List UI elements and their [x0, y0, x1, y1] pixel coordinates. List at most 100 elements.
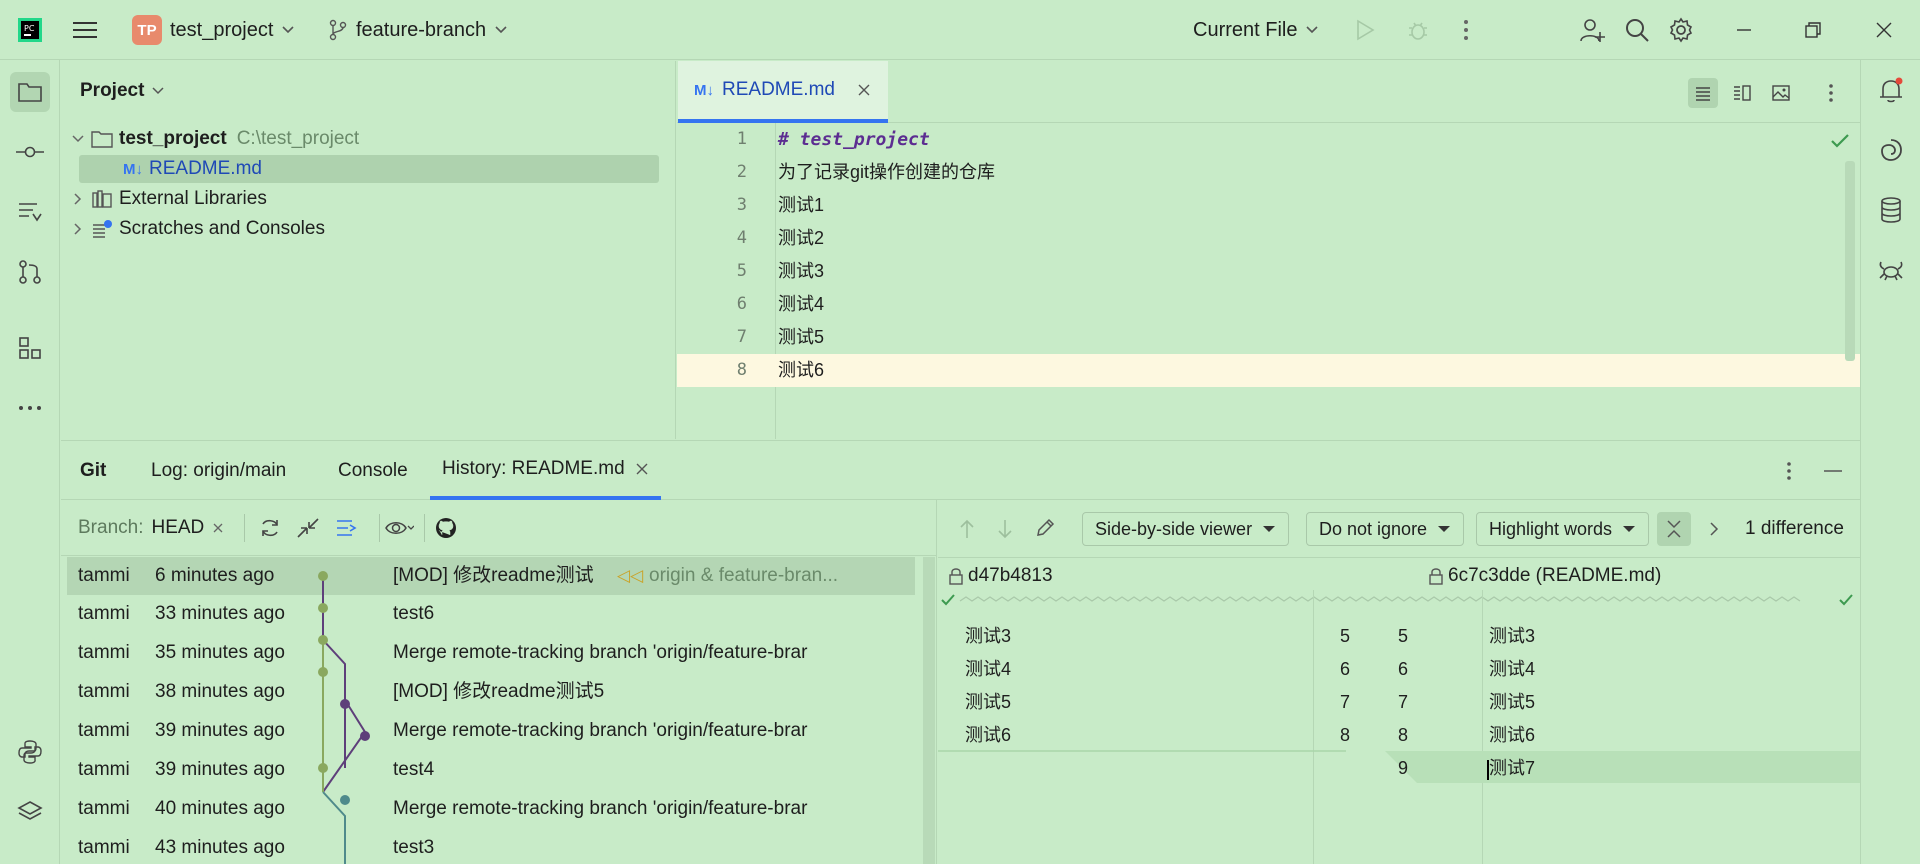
commit-message: Merge remote-tracking branch 'origin/fea… — [393, 642, 808, 663]
tab-history[interactable]: History: README.md — [430, 441, 661, 500]
branch-filter[interactable]: Branch: HEAD — [78, 500, 224, 556]
diff-right-line-inserted[interactable]: 9 测试7 — [1398, 752, 1860, 785]
git-tool-button[interactable] — [10, 252, 50, 292]
viewer-mode-dropdown[interactable]: Side-by-side viewer — [1082, 512, 1290, 546]
commit-row[interactable]: tammi 39 minutes ago Merge remote-tracki… — [67, 712, 915, 750]
branch-selector[interactable]: feature-branch — [328, 0, 508, 60]
expand-branches-button[interactable] — [334, 516, 360, 540]
ignore-label: Do not ignore — [1319, 518, 1428, 539]
add-user-button[interactable] — [1578, 0, 1606, 60]
code-line[interactable]: 4 测试2 — [677, 222, 1860, 255]
commit-row[interactable]: tammi 40 minutes ago Merge remote-tracki… — [67, 790, 915, 828]
collapse-linear-branches-button[interactable] — [295, 516, 321, 540]
panel-hide-button[interactable] — [1823, 441, 1843, 500]
run-button[interactable] — [1354, 0, 1376, 60]
ignore-whitespace-dropdown[interactable]: Do not ignore — [1306, 512, 1465, 546]
diff-left-line[interactable]: 测试4 6 — [938, 653, 1350, 686]
commit-row[interactable]: tammi 33 minutes ago test6 — [67, 595, 915, 633]
tab-git[interactable]: Git — [80, 441, 106, 500]
notifications-button[interactable] — [1871, 70, 1911, 110]
close-icon[interactable] — [857, 83, 871, 97]
preview-only-button[interactable] — [1766, 78, 1796, 108]
diff-line-number: 7 — [1398, 692, 1409, 712]
sciview-button[interactable] — [1871, 250, 1911, 290]
project-selector[interactable]: TP test_project — [132, 0, 295, 60]
code-line-current[interactable]: 8 测试6 — [677, 354, 1860, 387]
database-button[interactable] — [1871, 190, 1911, 230]
tree-item-readme[interactable]: M↓ README.md — [123, 155, 262, 183]
code-line[interactable]: 6 测试4 — [677, 288, 1860, 321]
search-icon — [1626, 19, 1649, 42]
diff-line-text: 测试4 — [1489, 659, 1536, 679]
line-number: 2 — [736, 162, 747, 182]
diff-right-line[interactable]: 7 测试5 — [1398, 686, 1860, 719]
diff-right-line[interactable]: 5 测试3 — [1398, 620, 1860, 653]
diff-left-line[interactable]: 测试6 8 — [938, 719, 1350, 752]
more-tools-button[interactable] — [10, 388, 50, 428]
diff-left-line[interactable]: 测试5 7 — [938, 686, 1350, 719]
tree-item-scratches[interactable]: Scratches and Consoles — [71, 215, 325, 243]
structure-tool-button[interactable] — [10, 192, 50, 232]
editor-more-button[interactable] — [1821, 80, 1841, 106]
close-icon[interactable] — [212, 522, 224, 534]
more-actions-button[interactable] — [1462, 0, 1470, 60]
run-config-label: Current File — [1193, 18, 1298, 41]
refresh-button[interactable] — [257, 516, 283, 540]
project-tool-button[interactable] — [10, 72, 50, 112]
more-vertical-icon — [1464, 20, 1468, 40]
close-window-button[interactable] — [1874, 0, 1894, 60]
debug-button[interactable] — [1406, 0, 1430, 60]
editor-scrollbar[interactable] — [1845, 161, 1855, 361]
diff-line-number: 6 — [1340, 659, 1351, 679]
editor-tab-readme[interactable]: M↓ README.md — [678, 61, 888, 123]
run-config-selector[interactable]: Current File — [1193, 0, 1319, 60]
minimize-button[interactable] — [1734, 0, 1754, 60]
search-button[interactable] — [1624, 0, 1650, 60]
commit-row[interactable]: tammi 38 minutes ago [MOD] 修改readme测试5 — [67, 673, 915, 711]
code-line[interactable]: 3 测试1 — [677, 189, 1860, 222]
view-options-button[interactable] — [384, 516, 414, 540]
code-line[interactable]: 2 为了记录git操作创建的仓库 — [677, 156, 1860, 189]
restore-button[interactable] — [1803, 0, 1823, 60]
collapse-unchanged-button[interactable] — [1657, 512, 1691, 546]
project-panel-header[interactable]: Project — [80, 61, 164, 121]
highlight-mode-dropdown[interactable]: Highlight words — [1476, 512, 1650, 546]
chevron-down-icon — [72, 135, 84, 143]
more-vertical-icon — [1787, 461, 1791, 480]
prev-difference-button[interactable] — [958, 518, 976, 540]
plugins-tool-button[interactable] — [10, 328, 50, 368]
commit-row[interactable]: tammi 35 minutes ago Merge remote-tracki… — [67, 634, 915, 672]
code-line[interactable]: 5 测试3 — [677, 255, 1860, 288]
next-difference-button[interactable] — [996, 518, 1014, 540]
code-line[interactable]: 7 测试5 — [677, 321, 1860, 354]
history-log-panel: Branch: HEAD tammi 6 minutes ago [MOD] 修… — [61, 500, 937, 864]
tab-log[interactable]: Log: origin/main — [151, 441, 286, 500]
commit-row[interactable]: tammi 43 minutes ago test3 — [67, 829, 915, 864]
edit-source-button[interactable] — [1034, 517, 1056, 539]
editor-only-button[interactable] — [1688, 78, 1718, 108]
commit-row[interactable]: tammi 6 minutes ago [MOD] 修改readme测试 ◁◁ … — [67, 557, 915, 595]
commit-row[interactable]: tammi 39 minutes ago test4 — [67, 751, 915, 789]
panel-options-button[interactable] — [1786, 441, 1792, 500]
python-console-button[interactable] — [10, 732, 50, 772]
code-line[interactable]: 1 # test_project — [677, 123, 1860, 156]
collapsed-region-divider — [941, 594, 1853, 606]
settings-button[interactable] — [1668, 0, 1694, 60]
tree-item-external-libraries[interactable]: External Libraries — [71, 185, 267, 213]
tree-item-test-project[interactable]: test_project C:\test_project — [71, 125, 359, 153]
commit-tool-button[interactable] — [10, 132, 50, 172]
ai-assistant-button[interactable] — [1871, 130, 1911, 170]
close-icon[interactable] — [635, 462, 649, 476]
python-packages-button[interactable] — [10, 792, 50, 832]
diff-left-line[interactable]: 测试3 5 — [938, 620, 1350, 653]
diff-right-line[interactable]: 6 测试4 — [1398, 653, 1860, 686]
main-menu-button[interactable] — [72, 0, 98, 60]
expand-toolbar-button[interactable] — [1708, 519, 1720, 539]
diff-right-line[interactable]: 8 测试6 — [1398, 719, 1860, 752]
inspection-ok-icon[interactable] — [1830, 133, 1850, 149]
split-preview-button[interactable] — [1727, 78, 1757, 108]
project-panel-title: Project — [80, 80, 145, 101]
github-button[interactable] — [434, 516, 458, 540]
tab-console[interactable]: Console — [338, 441, 408, 500]
log-scrollbar[interactable] — [923, 557, 935, 864]
